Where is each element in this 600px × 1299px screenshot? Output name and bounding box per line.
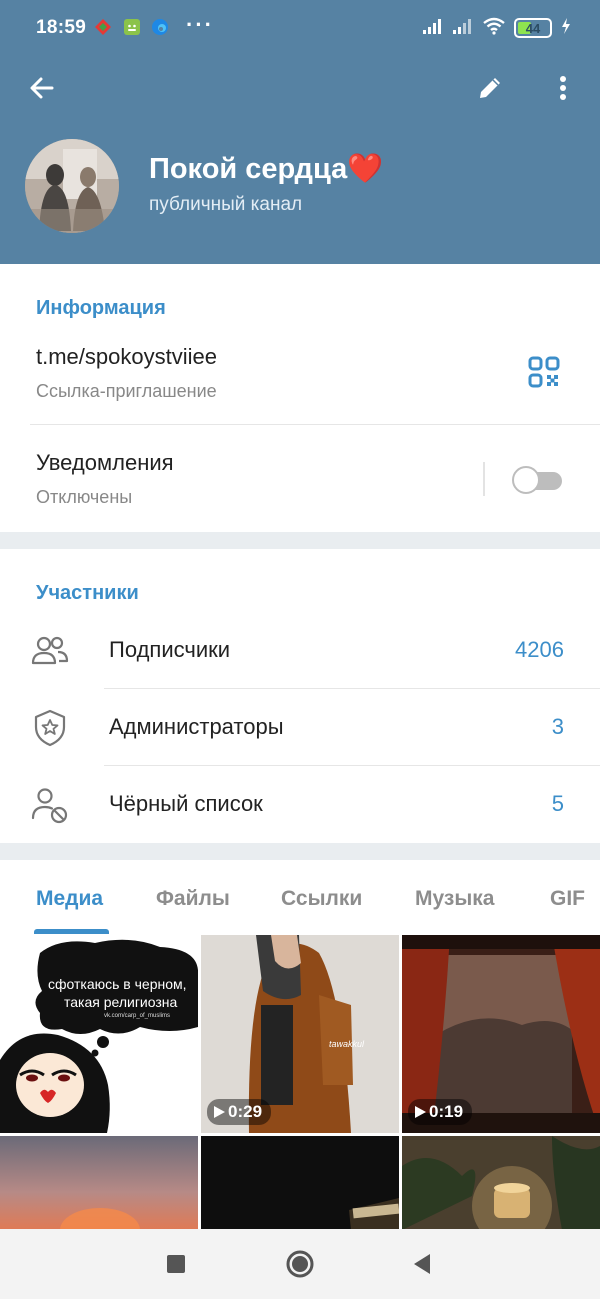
video-duration: 0:19 bbox=[429, 1102, 464, 1121]
tab-files[interactable]: Файлы bbox=[156, 887, 230, 911]
triangle-back-icon bbox=[414, 1254, 430, 1274]
divider bbox=[30, 424, 600, 425]
meme-caption-line2: такая религиозна bbox=[64, 994, 178, 1010]
info-section-title: Информация bbox=[36, 297, 166, 319]
play-icon bbox=[214, 1106, 225, 1118]
tab-gif[interactable]: GIF bbox=[550, 887, 585, 911]
tab-music[interactable]: Музыка bbox=[415, 887, 494, 911]
media-tile-sunset[interactable] bbox=[0, 1136, 198, 1230]
media-tile-video-1[interactable]: tawakkul 0:29 bbox=[201, 935, 399, 1133]
status-time: 18:59 bbox=[36, 17, 87, 38]
pencil-icon bbox=[480, 78, 500, 98]
book-image bbox=[201, 1136, 399, 1230]
meme-caption-line1: сфоткаюсь в черном, bbox=[48, 976, 187, 992]
back-nav-button[interactable] bbox=[404, 1246, 440, 1282]
member-row-label: Подписчики bbox=[109, 637, 231, 662]
edit-button[interactable] bbox=[468, 66, 512, 110]
more-vertical-icon bbox=[560, 76, 566, 100]
notifications-toggle[interactable] bbox=[512, 466, 564, 494]
toggle-separator bbox=[483, 462, 485, 496]
media-tile-meme[interactable]: сфоткаюсь в черном, такая религиозна vk.… bbox=[0, 935, 198, 1133]
more-options-button[interactable] bbox=[541, 66, 585, 110]
battery-indicator: 44 bbox=[514, 18, 552, 38]
active-tab-indicator bbox=[34, 929, 109, 934]
meme-source: vk.com/carp_of_muslims bbox=[104, 1013, 171, 1019]
channel-name: Покой сердца❤️ bbox=[149, 153, 384, 185]
status-right: 44 bbox=[422, 16, 572, 40]
video-duration-badge: 0:29 bbox=[207, 1099, 272, 1125]
notifications-status: Отключены bbox=[36, 487, 133, 507]
qr-code-icon bbox=[528, 356, 560, 388]
channel-avatar[interactable] bbox=[25, 139, 119, 233]
media-tile-book[interactable] bbox=[201, 1136, 399, 1230]
info-section: Информация t.me/spokoystviiee Ссылка-при… bbox=[0, 264, 600, 532]
member-row-blacklist[interactable]: Чёрный список 5 bbox=[0, 765, 600, 842]
invite-link[interactable]: t.me/spokoystviiee bbox=[36, 344, 217, 370]
members-section: Участники Подписчики 4206 Администраторы… bbox=[0, 549, 600, 843]
member-row-label: Чёрный список bbox=[109, 791, 263, 816]
system-navigation-bar bbox=[0, 1229, 600, 1299]
edge-browser-icon bbox=[150, 17, 170, 37]
back-button[interactable] bbox=[20, 66, 64, 110]
circle-icon bbox=[286, 1250, 314, 1278]
member-row-count: 3 bbox=[551, 714, 564, 739]
qr-code-button[interactable] bbox=[528, 356, 562, 390]
arrow-left-icon bbox=[30, 77, 54, 99]
member-row-label: Администраторы bbox=[109, 714, 284, 739]
video-duration-badge: 0:19 bbox=[408, 1099, 473, 1125]
play-icon bbox=[415, 1106, 426, 1118]
charging-icon bbox=[560, 17, 572, 40]
wifi-icon bbox=[482, 17, 506, 40]
square-icon bbox=[167, 1255, 185, 1273]
app-notification-icon bbox=[93, 17, 113, 37]
user-blocked-icon bbox=[30, 785, 70, 825]
channel-type: публичный канал bbox=[149, 194, 303, 215]
member-row-admins[interactable]: Администраторы 3 bbox=[0, 688, 600, 765]
battery-level-text: 44 bbox=[525, 20, 541, 36]
signal-icon-2 bbox=[452, 17, 474, 40]
recent-apps-button[interactable] bbox=[158, 1246, 194, 1282]
signal-icon bbox=[422, 17, 444, 40]
lamp-image bbox=[402, 1136, 600, 1230]
notifications-label[interactable]: Уведомления bbox=[36, 450, 174, 476]
invite-link-caption: Ссылка-приглашение bbox=[36, 381, 217, 401]
member-row-subscribers[interactable]: Подписчики 4206 bbox=[0, 611, 600, 688]
media-grid: сфоткаюсь в черном, такая религиозна vk.… bbox=[0, 935, 600, 1230]
tab-links[interactable]: Ссылки bbox=[281, 887, 362, 911]
sunset-image bbox=[0, 1136, 198, 1230]
users-icon bbox=[30, 631, 70, 671]
members-section-title: Участники bbox=[36, 582, 139, 604]
toggle-knob bbox=[512, 466, 540, 494]
meme-caption: сфоткаюсь в черном, такая религиозна vk.… bbox=[48, 975, 198, 1021]
shield-star-icon bbox=[30, 708, 70, 748]
channel-header: 18:59 ··· 44 Покой сердца❤️ публичный ка… bbox=[0, 0, 600, 264]
video-watermark: tawakkul bbox=[329, 1039, 365, 1049]
more-notifications-indicator: ··· bbox=[186, 12, 214, 37]
status-bar: 18:59 ··· 44 bbox=[0, 0, 600, 56]
tab-media[interactable]: Медиа bbox=[36, 887, 103, 911]
media-tile-lamp[interactable] bbox=[402, 1136, 600, 1230]
home-button[interactable] bbox=[282, 1246, 318, 1282]
video-duration: 0:29 bbox=[228, 1102, 263, 1121]
android-notification-icon bbox=[122, 17, 142, 37]
media-tabs: Медиа Файлы Ссылки Музыка GIF bbox=[0, 860, 600, 935]
meme-image bbox=[0, 939, 198, 1133]
member-row-count: 5 bbox=[551, 791, 564, 816]
media-tile-video-2[interactable]: 0:19 bbox=[402, 935, 600, 1133]
member-row-count: 4206 bbox=[515, 637, 564, 662]
